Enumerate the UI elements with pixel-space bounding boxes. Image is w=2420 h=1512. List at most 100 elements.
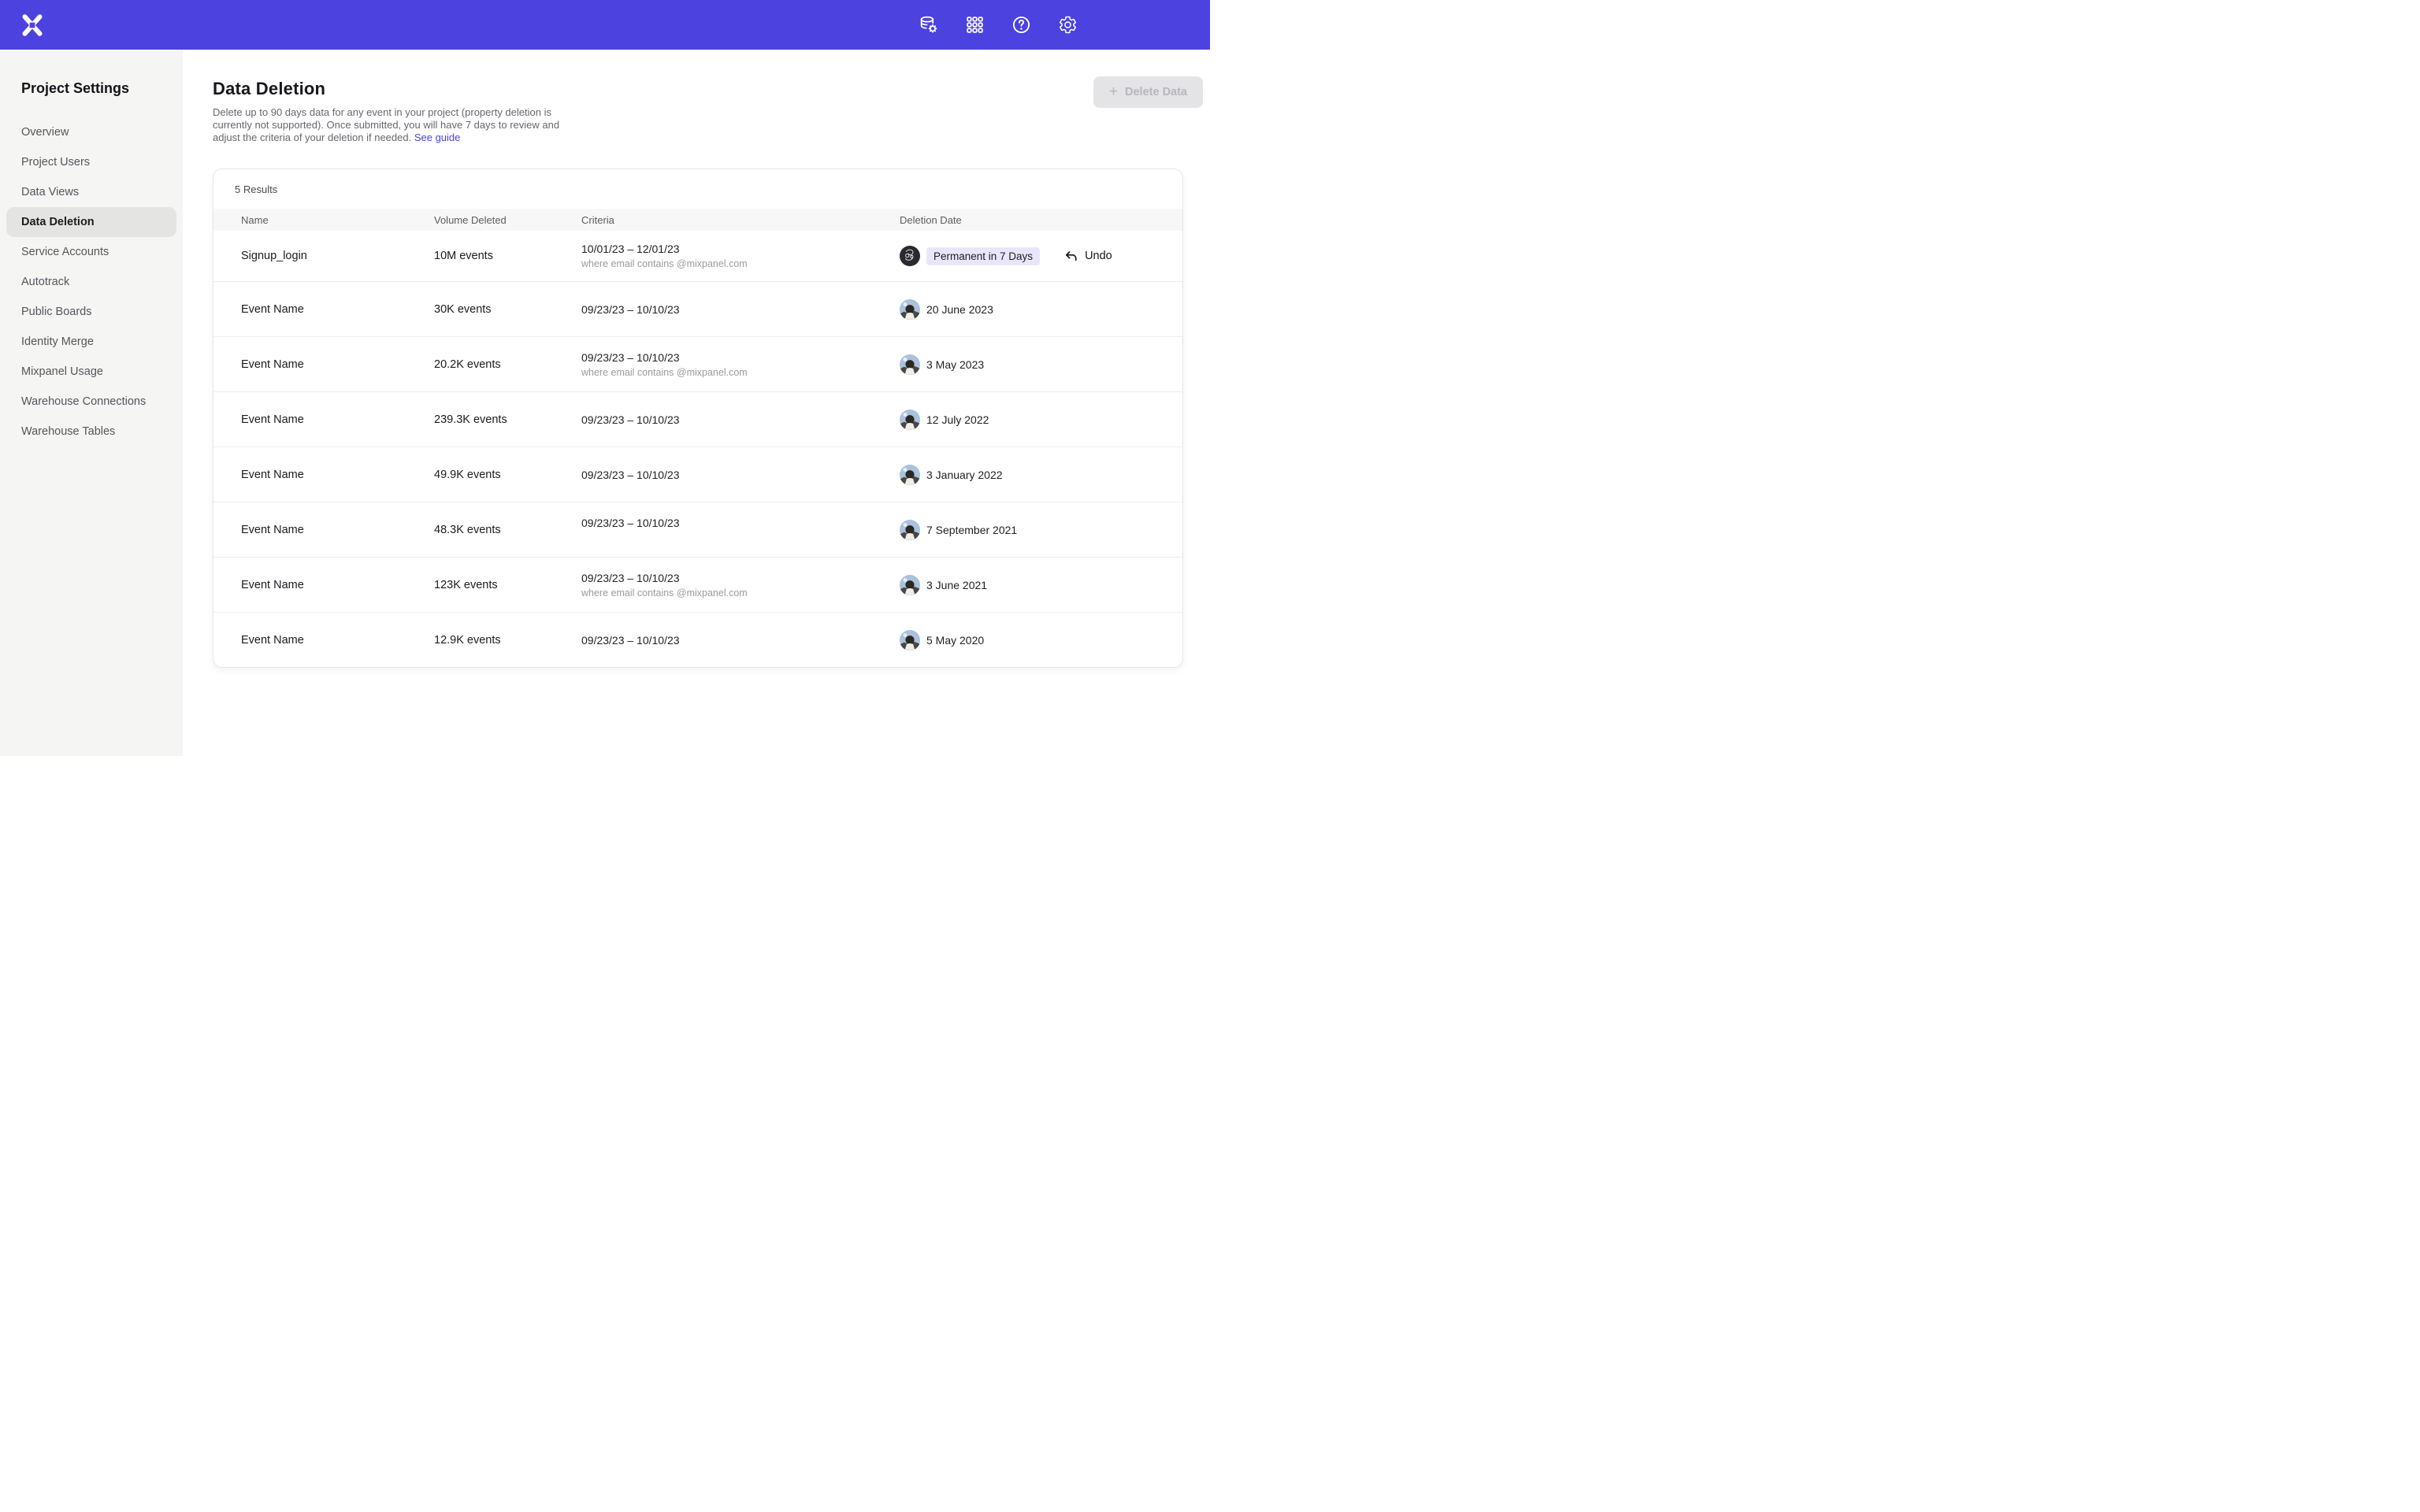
event-name-cell: Signup_login: [241, 250, 434, 262]
sidebar-item-warehouse-tables[interactable]: Warehouse Tables: [6, 417, 176, 447]
event-name-cell: Event Name: [241, 413, 434, 426]
data-deletion-table-card: 5 Results Name Volume Deleted Criteria D…: [213, 169, 1183, 668]
user-avatar-sketch: [900, 246, 920, 266]
sidebar-item-data-views[interactable]: Data Views: [6, 177, 176, 207]
delete-data-button[interactable]: + Delete Data: [1093, 76, 1203, 108]
event-name-cell: Event Name: [241, 469, 434, 481]
table-row: Event Name 12.9K events 09/23/23 – 10/10…: [213, 612, 1182, 667]
deletion-date-text: 12 July 2022: [926, 413, 989, 426]
user-avatar: [900, 575, 920, 595]
criteria-cell: 09/23/23 – 10/10/23 where email contains…: [581, 573, 900, 598]
user-avatar: [900, 520, 920, 540]
deletion-date-text: 3 May 2023: [926, 358, 984, 371]
apps-grid-icon[interactable]: [965, 15, 985, 35]
criteria-cell: 09/23/23 – 10/10/23: [581, 304, 900, 315]
criteria-date-range: 09/23/23 – 10/10/23: [581, 414, 890, 425]
see-guide-link[interactable]: See guide: [414, 132, 461, 143]
page-description: Delete up to 90 days data for any event …: [213, 106, 573, 143]
deletion-date-cell: 3 May 2023: [900, 354, 1182, 375]
top-nav: [0, 0, 1210, 50]
permanent-status-badge: Permanent in 7 Days: [926, 247, 1040, 265]
criteria-subtext: [581, 533, 890, 543]
sidebar-item-identity-merge[interactable]: Identity Merge: [6, 327, 176, 357]
deletion-date-cell: 7 September 2021: [900, 520, 1182, 540]
undo-label: Undo: [1085, 250, 1112, 262]
page-title: Data Deletion: [213, 79, 1210, 99]
table-row: Event Name 49.9K events 09/23/23 – 10/10…: [213, 447, 1182, 502]
sidebar-item-warehouse-connections[interactable]: Warehouse Connections: [6, 387, 176, 417]
sidebar-item-project-users[interactable]: Project Users: [6, 147, 176, 177]
deletion-date-text: 5 May 2020: [926, 634, 984, 647]
topbar-icon-group: [919, 15, 1078, 35]
deletion-date-text: 7 September 2021: [926, 524, 1017, 536]
criteria-date-range: 09/23/23 – 10/10/23: [581, 573, 890, 584]
event-name-cell: Event Name: [241, 634, 434, 647]
deletion-date-text: 20 June 2023: [926, 303, 993, 316]
app-window: { "topbar": { "icons": ["data-management…: [0, 0, 1210, 756]
undo-button[interactable]: Undo: [1063, 249, 1112, 264]
deletion-date-text: 3 June 2021: [926, 579, 987, 591]
criteria-date-range: 09/23/23 – 10/10/23: [581, 304, 890, 315]
criteria-cell: 09/23/23 – 10/10/23: [581, 414, 900, 425]
deletion-date-cell: Permanent in 7 Days Undo: [900, 246, 1182, 266]
data-management-icon[interactable]: [919, 15, 938, 35]
criteria-date-range: 09/23/23 – 10/10/23: [581, 352, 890, 363]
criteria-cell: 09/23/23 – 10/10/23: [581, 635, 900, 646]
sidebar-item-mixpanel-usage[interactable]: Mixpanel Usage: [6, 357, 176, 387]
page-description-text: Delete up to 90 days data for any event …: [213, 106, 559, 143]
deletion-date-cell: 5 May 2020: [900, 630, 1182, 650]
event-name-cell: Event Name: [241, 358, 434, 371]
sidebar: Project Settings OverviewProject UsersDa…: [0, 50, 183, 756]
table-row: Event Name 30K events 09/23/23 – 10/10/2…: [213, 281, 1182, 336]
volume-deleted-cell: 123K events: [434, 579, 581, 591]
deletion-date-cell: 12 July 2022: [900, 410, 1182, 430]
event-name-cell: Event Name: [241, 303, 434, 316]
deletion-date-cell: 3 January 2022: [900, 465, 1182, 485]
sidebar-item-overview[interactable]: Overview: [6, 117, 176, 147]
volume-deleted-cell: 48.3K events: [434, 524, 581, 536]
help-icon[interactable]: [1011, 15, 1031, 35]
volume-deleted-cell: 30K events: [434, 303, 581, 316]
results-count: 5 Results: [213, 169, 1182, 209]
mixpanel-logo[interactable]: [20, 13, 44, 37]
sidebar-item-autotrack[interactable]: Autotrack: [6, 267, 176, 297]
criteria-cell: 10/01/23 – 12/01/23 where email contains…: [581, 243, 900, 269]
table-header-row: Name Volume Deleted Criteria Deletion Da…: [213, 209, 1182, 231]
delete-data-button-label: Delete Data: [1125, 86, 1187, 98]
column-header-criteria: Criteria: [581, 214, 900, 226]
page-header: Data Deletion Delete up to 90 days data …: [183, 50, 1210, 143]
sidebar-item-service-accounts[interactable]: Service Accounts: [6, 237, 176, 267]
user-avatar: [900, 410, 920, 430]
sidebar-nav: OverviewProject UsersData ViewsData Dele…: [0, 117, 183, 447]
column-header-name: Name: [241, 214, 434, 226]
plus-icon: +: [1109, 84, 1118, 99]
criteria-subtext: where email contains @mixpanel.com: [581, 368, 890, 378]
criteria-cell: 09/23/23 – 10/10/23 where email contains…: [581, 352, 900, 378]
criteria-date-range: 09/23/23 – 10/10/23: [581, 517, 890, 528]
event-name-cell: Event Name: [241, 524, 434, 536]
undo-icon: [1063, 249, 1078, 264]
criteria-cell: 09/23/23 – 10/10/23: [581, 517, 900, 543]
sidebar-heading: Project Settings: [21, 80, 183, 97]
criteria-cell: 09/23/23 – 10/10/23: [581, 469, 900, 480]
sidebar-item-public-boards[interactable]: Public Boards: [6, 297, 176, 327]
table-row: Event Name 20.2K events 09/23/23 – 10/10…: [213, 336, 1182, 391]
user-avatar: [900, 354, 920, 375]
deletion-date-text: 3 January 2022: [926, 469, 1003, 481]
deletion-date-cell: 3 June 2021: [900, 575, 1182, 595]
user-avatar: [900, 299, 920, 320]
volume-deleted-cell: 12.9K events: [434, 634, 581, 647]
sidebar-item-data-deletion[interactable]: Data Deletion: [6, 207, 176, 237]
criteria-date-range: 10/01/23 – 12/01/23: [581, 243, 890, 254]
column-header-deletion-date: Deletion Date: [900, 214, 1182, 226]
event-name-cell: Event Name: [241, 579, 434, 591]
volume-deleted-cell: 20.2K events: [434, 358, 581, 371]
table-row: Event Name 48.3K events 09/23/23 – 10/10…: [213, 502, 1182, 557]
criteria-date-range: 09/23/23 – 10/10/23: [581, 635, 890, 646]
main-content: Data Deletion Delete up to 90 days data …: [183, 50, 1210, 756]
table-row: Event Name 123K events 09/23/23 – 10/10/…: [213, 557, 1182, 612]
table-body: Signup_login 10M events 10/01/23 – 12/01…: [213, 231, 1182, 667]
criteria-date-range: 09/23/23 – 10/10/23: [581, 469, 890, 480]
settings-gear-icon[interactable]: [1058, 15, 1078, 35]
user-avatar: [900, 465, 920, 485]
